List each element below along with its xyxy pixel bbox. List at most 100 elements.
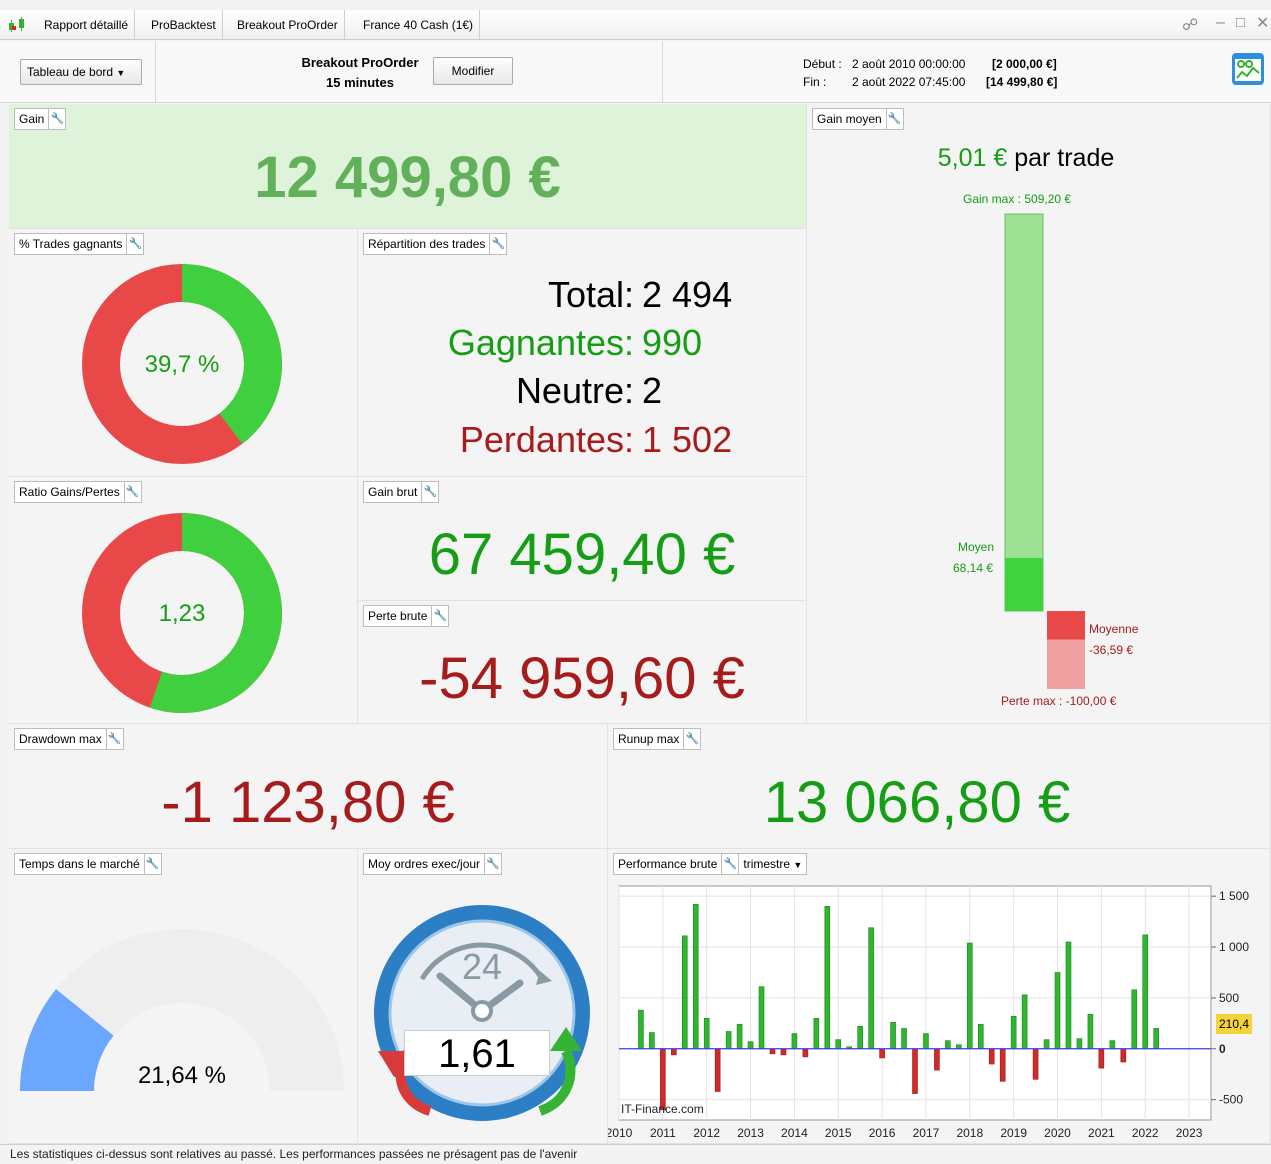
- report-settings-icon[interactable]: [1230, 51, 1266, 87]
- repartition-value: 1 502: [642, 419, 733, 460]
- performance-bar: [824, 906, 831, 1050]
- x-tick-label: 2018: [956, 1126, 983, 1140]
- wrench-icon[interactable]: 🔧: [422, 481, 440, 503]
- performance-bar: [703, 1017, 710, 1050]
- wrench-icon[interactable]: 🔧: [106, 728, 124, 750]
- wrench-icon[interactable]: 🔧: [485, 853, 503, 875]
- performance-bar: [714, 1048, 721, 1092]
- x-tick-label: 2014: [781, 1126, 808, 1140]
- time-in-market-panel: Temps dans le marché 🔧 21,64 %: [9, 849, 358, 1144]
- dashboard-select[interactable]: Tableau de bord ▼: [20, 59, 142, 85]
- winning-trades-value: 39,7 %: [82, 351, 282, 379]
- avg-loss-bar: [1047, 611, 1085, 640]
- start-label: Début :: [803, 57, 842, 71]
- end-value: [14 499,80 €]: [986, 75, 1058, 89]
- avg-loss-value: -36,59 €: [1089, 643, 1134, 657]
- performance-bar: [1021, 994, 1028, 1050]
- avg-gain-bar-chart: [1004, 213, 1085, 689]
- gain-moyen-panel: Gain moyen 🔧 5,01 € par trade Gain max :…: [807, 104, 1271, 724]
- gain-brut-title-label: Gain brut: [363, 481, 423, 503]
- chart-watermark: IT-Finance.com: [621, 1102, 704, 1116]
- performance-bar: [1054, 972, 1061, 1050]
- minimize-icon[interactable]: –: [1216, 14, 1225, 32]
- performance-bar: [758, 986, 765, 1050]
- gain-value: 12 499,80 €: [254, 145, 561, 210]
- x-tick-label: 2015: [825, 1126, 852, 1140]
- performance-bar: [1131, 989, 1138, 1050]
- performance-bar: [1087, 1013, 1094, 1050]
- performance-bar: [736, 1024, 743, 1050]
- x-tick-label: 2013: [737, 1126, 764, 1140]
- wrench-icon[interactable]: 🔧: [490, 233, 508, 255]
- performance-bar: [1142, 934, 1149, 1050]
- performance-bar: [956, 1044, 962, 1050]
- clock-label: 24: [462, 946, 502, 987]
- repartition-title-label: Répartition des trades: [363, 233, 491, 255]
- divider: [662, 41, 663, 103]
- tab-rapport-detaille[interactable]: Rapport détaillé: [38, 10, 136, 40]
- disclaimer: Les statistiques ci-dessus sont relative…: [0, 1144, 1271, 1164]
- perte-brute-value: -54 959,60 €: [419, 646, 745, 711]
- performance-bar: [967, 942, 973, 1050]
- tab-breakout-proorder[interactable]: Breakout ProOrder: [231, 10, 345, 40]
- orders-per-day-panel: Moy ordres exec/jour 🔧 24 1,61: [358, 849, 608, 1144]
- share-icon[interactable]: ☍: [1182, 15, 1198, 35]
- runup-panel: Runup max 🔧 13 066,80 €: [608, 724, 1271, 849]
- performance-bar: [857, 1026, 863, 1050]
- wrench-icon[interactable]: 🔧: [127, 233, 145, 255]
- performance-bar: [769, 1048, 776, 1055]
- gain-title-label: Gain: [14, 108, 50, 130]
- modify-button[interactable]: Modifier: [433, 57, 513, 85]
- performance-bar: [660, 1048, 666, 1111]
- performance-bar: [901, 1028, 907, 1050]
- performance-bar: [934, 1048, 940, 1071]
- performance-bar: [977, 1024, 984, 1050]
- wrench-icon[interactable]: 🔧: [432, 605, 450, 627]
- ratio-panel: Ratio Gains/Pertes 🔧 1,23: [9, 477, 358, 724]
- performance-bar: [791, 1033, 798, 1050]
- time-in-market-gauge: [20, 929, 344, 1091]
- gain-max-bar: [1004, 213, 1044, 612]
- x-tick-label: 2020: [1044, 1126, 1071, 1140]
- ratio-value-text: 1,23: [158, 600, 206, 627]
- ratio-title-label: Ratio Gains/Pertes: [14, 481, 125, 503]
- last-value-badge: 210,4: [1216, 1014, 1253, 1034]
- timeframe: 15 minutes: [326, 75, 394, 90]
- orders-per-day-value: 1,61: [404, 1030, 550, 1076]
- performance-bar: [692, 904, 699, 1050]
- orders-per-day-title-label: Moy ordres exec/jour: [363, 853, 486, 875]
- performance-bar: [671, 1048, 677, 1056]
- performance-bar: [1109, 1040, 1116, 1050]
- perte-brute-title-label: Perte brute: [363, 605, 433, 627]
- avg-loss-label: Moyenne: [1089, 622, 1139, 636]
- tab-instrument[interactable]: France 40 Cash (1€): [357, 10, 481, 40]
- performance-bar: [1065, 941, 1072, 1050]
- avg-gain-bar: [1005, 557, 1043, 611]
- runup-title: Runup max 🔧: [613, 728, 702, 750]
- repartition-value: 990: [642, 322, 703, 363]
- gain-brut-panel: Gain brut 🔧 67 459,40 €: [358, 477, 807, 601]
- time-in-market-value: 21,64 %: [137, 1062, 227, 1089]
- perte-brute-panel: Perte brute 🔧 -54 959,60 €: [358, 601, 807, 724]
- performance-bar: [923, 1033, 929, 1050]
- wrench-icon[interactable]: 🔧: [124, 481, 142, 503]
- tab-probacktest[interactable]: ProBacktest: [145, 10, 223, 40]
- wrench-icon[interactable]: 🔧: [684, 728, 702, 750]
- x-tick-label: 2016: [869, 1126, 896, 1140]
- runup-value: 13 066,80 €: [763, 770, 1071, 835]
- x-tick-label: 2023: [1176, 1126, 1203, 1140]
- runup-title-label: Runup max: [613, 728, 685, 750]
- close-icon[interactable]: ✕: [1256, 13, 1269, 33]
- maximize-icon[interactable]: □: [1236, 14, 1245, 31]
- performance-bar: [1032, 1048, 1039, 1080]
- chevron-down-icon: ▼: [116, 68, 126, 78]
- gain-title: Gain 🔧: [14, 108, 67, 130]
- performance-bar: [988, 1048, 995, 1065]
- repartition-label: Gagnantes: [447, 322, 624, 363]
- performance-bar: [780, 1048, 787, 1056]
- performance-bar: [638, 1009, 644, 1050]
- ratio-value: 1,23: [82, 600, 282, 628]
- wrench-icon[interactable]: 🔧: [49, 108, 67, 130]
- winning-trades-panel: % Trades gagnants 🔧 39,7 %: [9, 229, 358, 477]
- performance-bar: [725, 1031, 732, 1050]
